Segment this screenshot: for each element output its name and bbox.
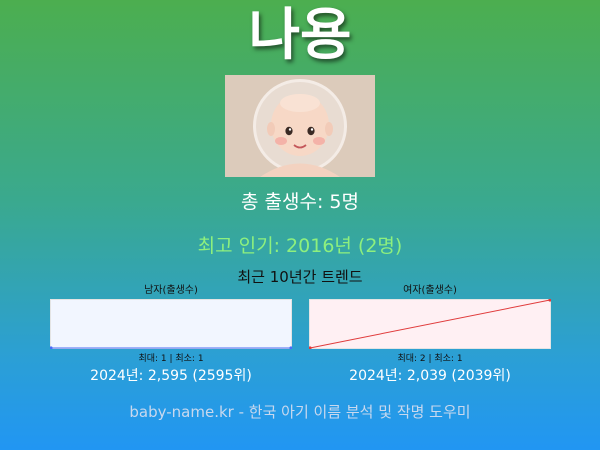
total-births-count: 총 출생수: 5명 xyxy=(241,191,359,213)
male-range-text: 최대: 1 | 최소: 1 xyxy=(138,354,204,364)
male-latest-rank: 2024년: 2,595 (2595위) xyxy=(90,368,252,384)
baby-portrait xyxy=(225,75,375,177)
male-chart-label: 남자(출생수) xyxy=(144,285,198,296)
male-trend-panel: 남자(출생수) 최대: 1 | 최소: 1 2024년: 2,595 (2595… xyxy=(50,284,292,386)
female-range-text: 최대: 2 | 최소: 1 xyxy=(397,354,463,364)
female-chart-label: 여자(출생수) xyxy=(403,285,457,296)
female-trend-panel: 여자(출생수) 최대: 2 | 최소: 1 2024년: 2,039 (2039… xyxy=(309,284,551,386)
site-footer: baby-name.kr - 한국 아기 이름 분석 및 작명 도우미 xyxy=(129,403,471,421)
male-chart-svg xyxy=(50,299,292,349)
female-chart-svg xyxy=(309,299,551,349)
male-trend-chart xyxy=(50,299,292,349)
baby-face-icon xyxy=(225,75,375,177)
peak-popularity-year: 최고 인기: 2016년 (2명) xyxy=(197,235,403,257)
male-chart-background xyxy=(50,299,292,349)
baby-name-title: 나용 xyxy=(248,3,352,68)
female-trend-chart xyxy=(309,299,551,349)
female-latest-rank: 2024년: 2,039 (2039위) xyxy=(349,368,511,384)
